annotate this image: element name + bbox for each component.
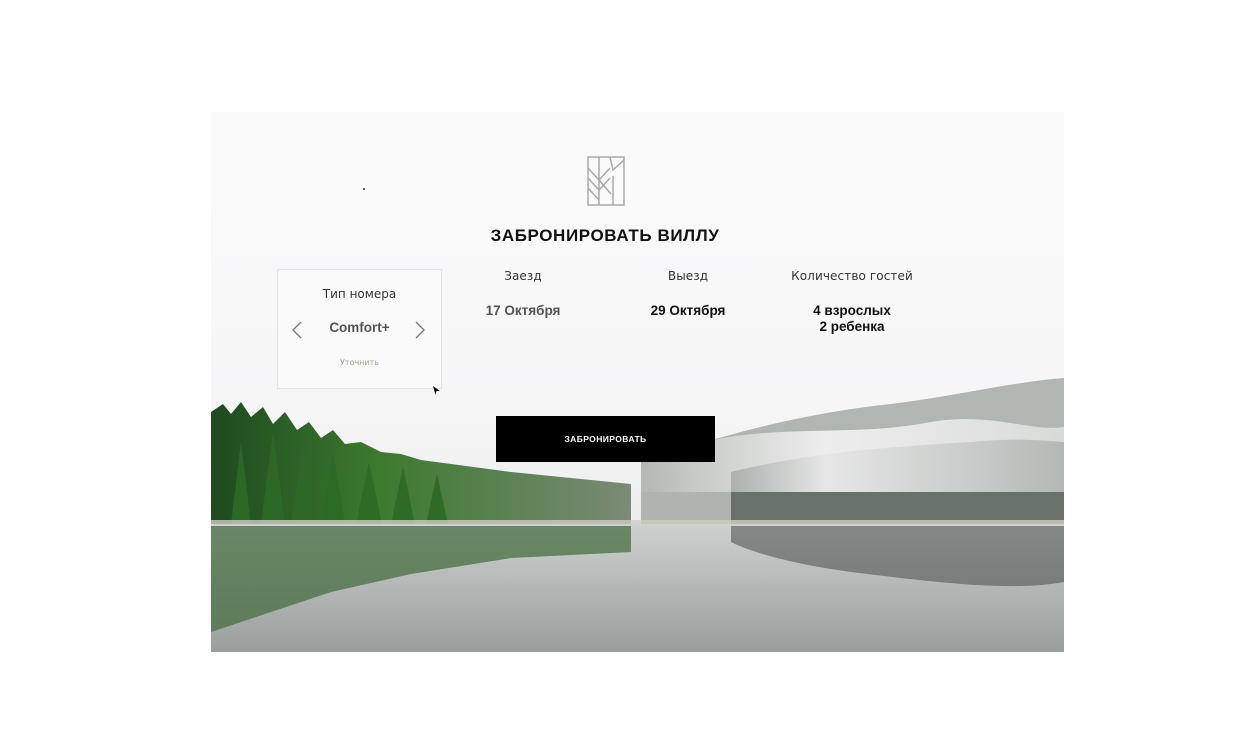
room-type-label: Тип номера bbox=[322, 287, 397, 301]
check-in-field[interactable]: Заезд 17 Октября bbox=[465, 269, 581, 319]
villa-logo-icon bbox=[587, 156, 625, 206]
booking-hero-card: ЗАБРОНИРОВАТЬ ВИЛЛУ Тип номера Comfort+ … bbox=[211, 112, 1064, 652]
page-title: ЗАБРОНИРОВАТЬ ВИЛЛУ bbox=[490, 226, 720, 245]
check-out-field[interactable]: Выезд 29 Октября bbox=[631, 269, 745, 319]
chevron-right-icon[interactable] bbox=[413, 320, 427, 340]
check-out-value: 29 Октября bbox=[650, 303, 726, 318]
room-type-selector[interactable]: Тип номера Comfort+ Уточнить bbox=[277, 269, 442, 389]
guests-value: 4 взрослых 2 ребенка bbox=[786, 303, 918, 335]
book-button[interactable]: ЗАБРОНИРОВАТЬ bbox=[496, 416, 715, 462]
check-in-label: Заезд bbox=[504, 269, 542, 283]
check-out-label: Выезд bbox=[667, 269, 709, 283]
mouse-cursor-icon bbox=[433, 386, 440, 395]
check-in-value: 17 Октября bbox=[485, 303, 561, 318]
decorative-dot bbox=[363, 188, 365, 190]
guests-field[interactable]: Количество гостей 4 взрослых 2 ребенка bbox=[786, 269, 918, 335]
guests-label: Количество гостей bbox=[791, 269, 913, 283]
guests-children: 2 ребенка bbox=[819, 319, 885, 334]
guests-adults: 4 взрослых bbox=[813, 303, 891, 318]
refine-link[interactable]: Уточнить bbox=[278, 358, 441, 367]
